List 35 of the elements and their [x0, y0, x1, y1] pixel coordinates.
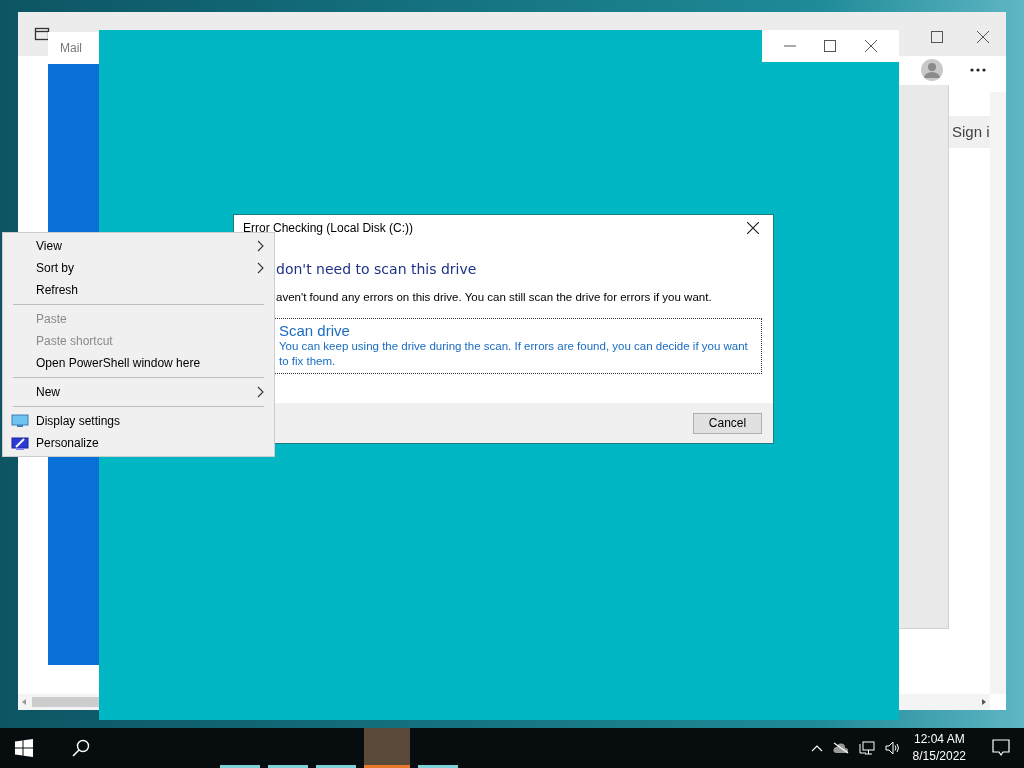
search-icon[interactable] [72, 739, 90, 757]
network-icon[interactable] [858, 741, 875, 755]
menu-item[interactable]: Display settings [3, 410, 274, 432]
notification-icon[interactable] [992, 739, 1010, 757]
cloud-icon[interactable] [832, 742, 849, 754]
window-title: Mail [59, 40, 83, 57]
personalize-icon [10, 436, 29, 450]
more-icon[interactable] [970, 68, 986, 72]
menu-item[interactable]: Personalize [3, 432, 274, 454]
close-icon[interactable] [977, 31, 989, 43]
dialog-title: Error Checking (Local Disk (C:)) [243, 221, 414, 235]
scrollbar[interactable] [990, 92, 1006, 694]
avatar-icon[interactable] [921, 59, 943, 81]
close-icon[interactable] [864, 40, 877, 52]
menu-item[interactable]: New [3, 381, 274, 403]
speaker-icon[interactable] [884, 741, 901, 755]
close-icon[interactable] [747, 222, 759, 234]
dialog-message: aven't found any errors on this drive. You can still scan the drive for errors if you want. [276, 291, 713, 303]
sign-in-button[interactable]: Sign i [946, 116, 990, 148]
maximize-icon[interactable] [931, 31, 943, 43]
maximize-icon[interactable] [824, 40, 837, 52]
menu-item[interactable]: View [3, 235, 274, 257]
chevron-up-icon[interactable] [810, 744, 823, 752]
cancel-button[interactable]: Cancel [693, 412, 762, 434]
dialog-heading: don't need to scan this drive [276, 261, 478, 277]
scrollbar[interactable] [18, 694, 99, 710]
clock[interactable]: 12:04 AM 8/15/2022 [912, 731, 966, 765]
monitor-icon [10, 414, 29, 428]
chevron-icon [257, 262, 264, 274]
start-icon[interactable] [15, 739, 33, 757]
chevron-icon [257, 386, 264, 398]
scrollbar[interactable] [899, 694, 990, 710]
menu-item[interactable]: Sort by [3, 257, 274, 279]
chevron-icon [257, 240, 264, 252]
menu-item[interactable]: Refresh [3, 279, 274, 301]
